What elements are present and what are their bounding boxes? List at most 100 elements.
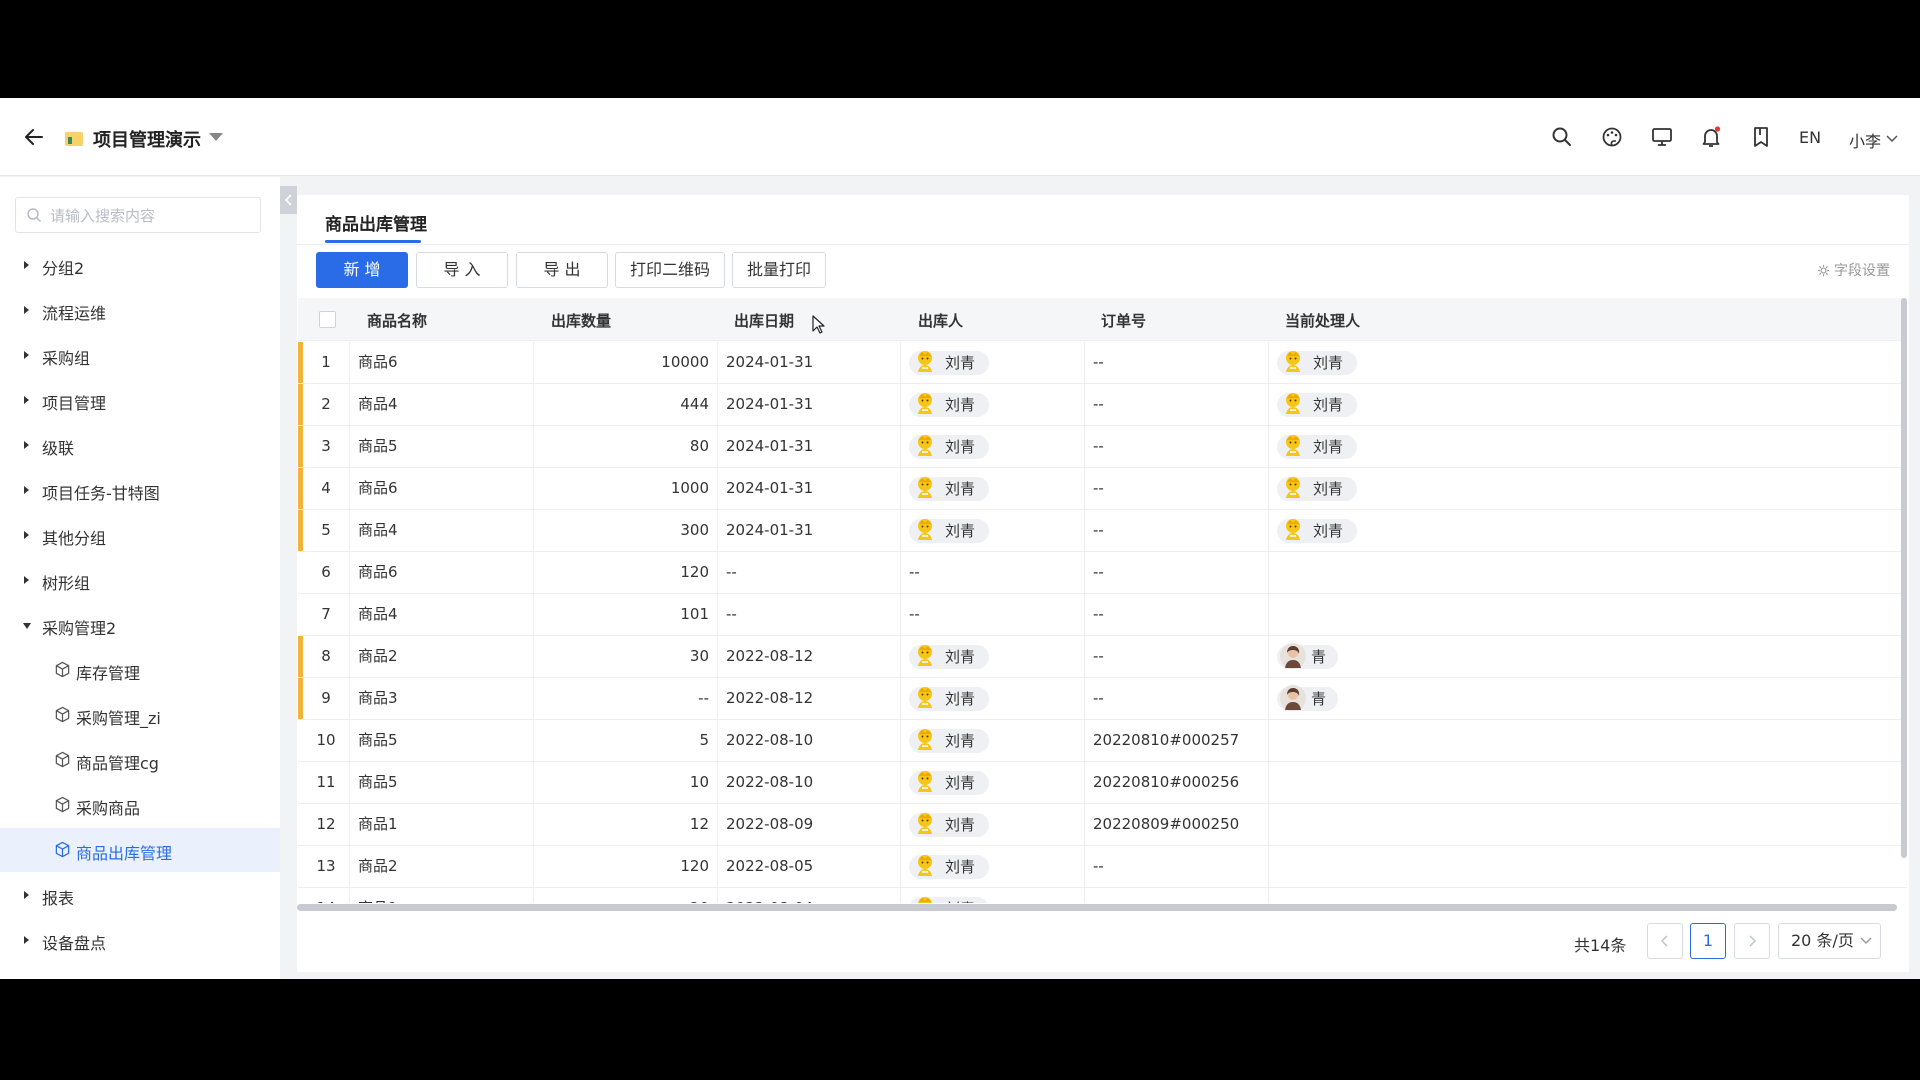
palette-icon[interactable] <box>1600 125 1624 149</box>
table-row[interactable]: 5 商品4 300 2024-01-31 刘青 -- 刘青 <box>298 510 1907 552</box>
sidebar-search[interactable] <box>15 197 261 233</box>
gear-icon <box>1817 264 1830 277</box>
avatar-icon <box>1286 351 1300 372</box>
sidebar-group[interactable]: 项目任务-甘特图 <box>0 468 280 512</box>
user-chip[interactable]: 青 <box>1277 685 1339 711</box>
bell-icon[interactable] <box>1699 125 1723 149</box>
bookmark-icon[interactable] <box>1749 125 1773 149</box>
table-row[interactable]: 13 商品2 120 2022-08-05 刘青 -- <box>298 846 1907 888</box>
table-row[interactable]: 8 商品2 30 2022-08-12 刘青 -- 青 <box>298 636 1907 678</box>
page-size-select[interactable]: 20 条/页 <box>1778 923 1881 959</box>
column-header[interactable]: 当前处理人 <box>1285 310 1360 331</box>
user-chip[interactable]: 刘青 <box>1277 393 1358 417</box>
table-row[interactable]: 4 商品6 1000 2024-01-31 刘青 -- 刘青 <box>298 468 1907 510</box>
prev-page-button[interactable] <box>1647 923 1683 959</box>
table-row[interactable]: 11 商品5 10 2022-08-10 刘青 20220810#000256 <box>298 762 1907 804</box>
horizontal-scrollbar[interactable] <box>297 904 1897 911</box>
sidebar-group[interactable]: 设备盘点 <box>0 918 280 962</box>
user-chip-name: 刘青 <box>945 690 976 708</box>
row-index: 10 <box>303 720 350 761</box>
vertical-scrollbar[interactable] <box>1901 298 1907 858</box>
app-switch-caret-icon[interactable] <box>209 133 223 141</box>
import-button[interactable]: 导 入 <box>416 252 508 288</box>
caret-right-icon <box>24 486 29 494</box>
avatar-icon <box>918 897 932 903</box>
table-row[interactable]: 12 商品1 12 2022-08-09 刘青 20220809#000250 <box>298 804 1907 846</box>
next-page-button[interactable] <box>1734 923 1770 959</box>
sidebar-group[interactable]: 项目管理 <box>0 378 280 422</box>
date-cell: 2024-01-31 <box>718 426 901 467</box>
sidebar-group[interactable]: 树形组 <box>0 558 280 602</box>
user-chip[interactable]: 刘青 <box>1277 519 1358 543</box>
user-chip[interactable]: 刘青 <box>909 771 990 795</box>
sidebar-group[interactable]: 采购管理2 <box>0 603 280 647</box>
table-row[interactable]: 1 商品6 10000 2024-01-31 刘青 -- 刘青 <box>298 342 1907 384</box>
column-header[interactable]: 出库数量 <box>551 310 611 331</box>
tab-outbound-management[interactable]: 商品出库管理 <box>325 210 427 235</box>
table-row[interactable]: 14商品1202022-08-04 刘青 -- <box>298 888 1907 903</box>
search-input[interactable] <box>50 205 250 227</box>
current-handler-cell <box>1269 720 1907 761</box>
table-row[interactable]: 3 商品5 80 2024-01-31 刘青 -- 刘青 <box>298 426 1907 468</box>
user-chip[interactable]: 刘青 <box>909 729 990 753</box>
user-chip[interactable]: 刘青 <box>909 687 990 711</box>
user-chip[interactable]: 刘青 <box>909 897 990 903</box>
table-row[interactable]: 7 商品4 101 -- -- -- <box>298 594 1907 636</box>
user-chip[interactable]: 刘青 <box>909 645 990 669</box>
sidebar-subitem[interactable]: 库存管理 <box>0 648 280 692</box>
sidebar-collapse-button[interactable] <box>280 186 297 214</box>
user-chip[interactable]: 刘青 <box>909 855 990 879</box>
monitor-icon[interactable] <box>1650 125 1674 149</box>
user-chip[interactable]: 刘青 <box>1277 477 1358 501</box>
sidebar-subitem[interactable]: 采购管理_zi <box>0 693 280 737</box>
horizontal-scrollbar-thumb[interactable] <box>297 904 1897 911</box>
table-row[interactable]: 10 商品5 5 2022-08-10 刘青 20220810#000257 <box>298 720 1907 762</box>
page-number-button[interactable]: 1 <box>1690 923 1726 959</box>
sidebar-subitem[interactable]: 采购商品 <box>0 783 280 827</box>
column-header[interactable]: 出库人 <box>918 310 963 331</box>
user-chip[interactable]: 刘青 <box>1277 351 1358 375</box>
export-button[interactable]: 导 出 <box>516 252 608 288</box>
user-chip[interactable]: 青 <box>1277 643 1339 669</box>
sidebar-group[interactable]: 报表 <box>0 873 280 917</box>
row-index: 1 <box>303 342 350 383</box>
order-number-cell: -- <box>1085 846 1269 887</box>
user-chip[interactable]: 刘青 <box>1277 435 1358 459</box>
add-button[interactable]: 新 增 <box>316 252 408 288</box>
select-all-checkbox[interactable] <box>319 311 336 328</box>
table-row[interactable]: 9 商品3 -- 2022-08-12 刘青 -- 青 <box>298 678 1907 720</box>
table-row[interactable]: 2 商品4 444 2024-01-31 刘青 -- 刘青 <box>298 384 1907 426</box>
operator-cell: -- <box>901 552 1085 593</box>
app-title[interactable]: 项目管理演示 <box>93 126 201 152</box>
row-index: 13 <box>303 846 350 887</box>
search-icon[interactable] <box>1550 125 1574 149</box>
sidebar-group[interactable]: 采购组 <box>0 333 280 377</box>
operator-cell: -- <box>901 594 1085 635</box>
back-arrow-icon[interactable] <box>22 125 46 149</box>
column-header[interactable]: 订单号 <box>1101 310 1146 331</box>
user-chip[interactable]: 刘青 <box>909 813 990 837</box>
sidebar-group[interactable]: 级联 <box>0 423 280 467</box>
language-switch[interactable]: EN <box>1799 128 1821 147</box>
sidebar-group[interactable]: 流程运维 <box>0 288 280 332</box>
sidebar-subitem[interactable]: 商品出库管理 <box>0 828 280 872</box>
user-menu[interactable]: 小李 <box>1849 128 1881 152</box>
user-chip[interactable]: 刘青 <box>909 519 990 543</box>
user-chip[interactable]: 刘青 <box>909 393 990 417</box>
print-qr-button[interactable]: 打印二维码 <box>615 252 725 288</box>
chevron-down-icon[interactable] <box>1885 132 1899 146</box>
product-name-cell: 商品6 <box>350 342 534 383</box>
column-header[interactable]: 出库日期 <box>734 310 794 331</box>
sidebar-group[interactable]: 其他分组 <box>0 513 280 557</box>
table-row[interactable]: 6 商品6 120 -- -- -- <box>298 552 1907 594</box>
field-settings-button[interactable]: 字段设置 <box>1817 260 1890 280</box>
user-chip[interactable]: 刘青 <box>909 477 990 501</box>
chevron-left-icon <box>1660 935 1668 947</box>
sidebar-group[interactable]: 分组2 <box>0 243 280 287</box>
user-chip-name: 刘青 <box>945 816 976 834</box>
column-header[interactable]: 商品名称 <box>367 310 427 331</box>
batch-print-button[interactable]: 批量打印 <box>732 252 826 288</box>
user-chip[interactable]: 刘青 <box>909 351 990 375</box>
user-chip[interactable]: 刘青 <box>909 435 990 459</box>
sidebar-subitem[interactable]: 商品管理cg <box>0 738 280 782</box>
